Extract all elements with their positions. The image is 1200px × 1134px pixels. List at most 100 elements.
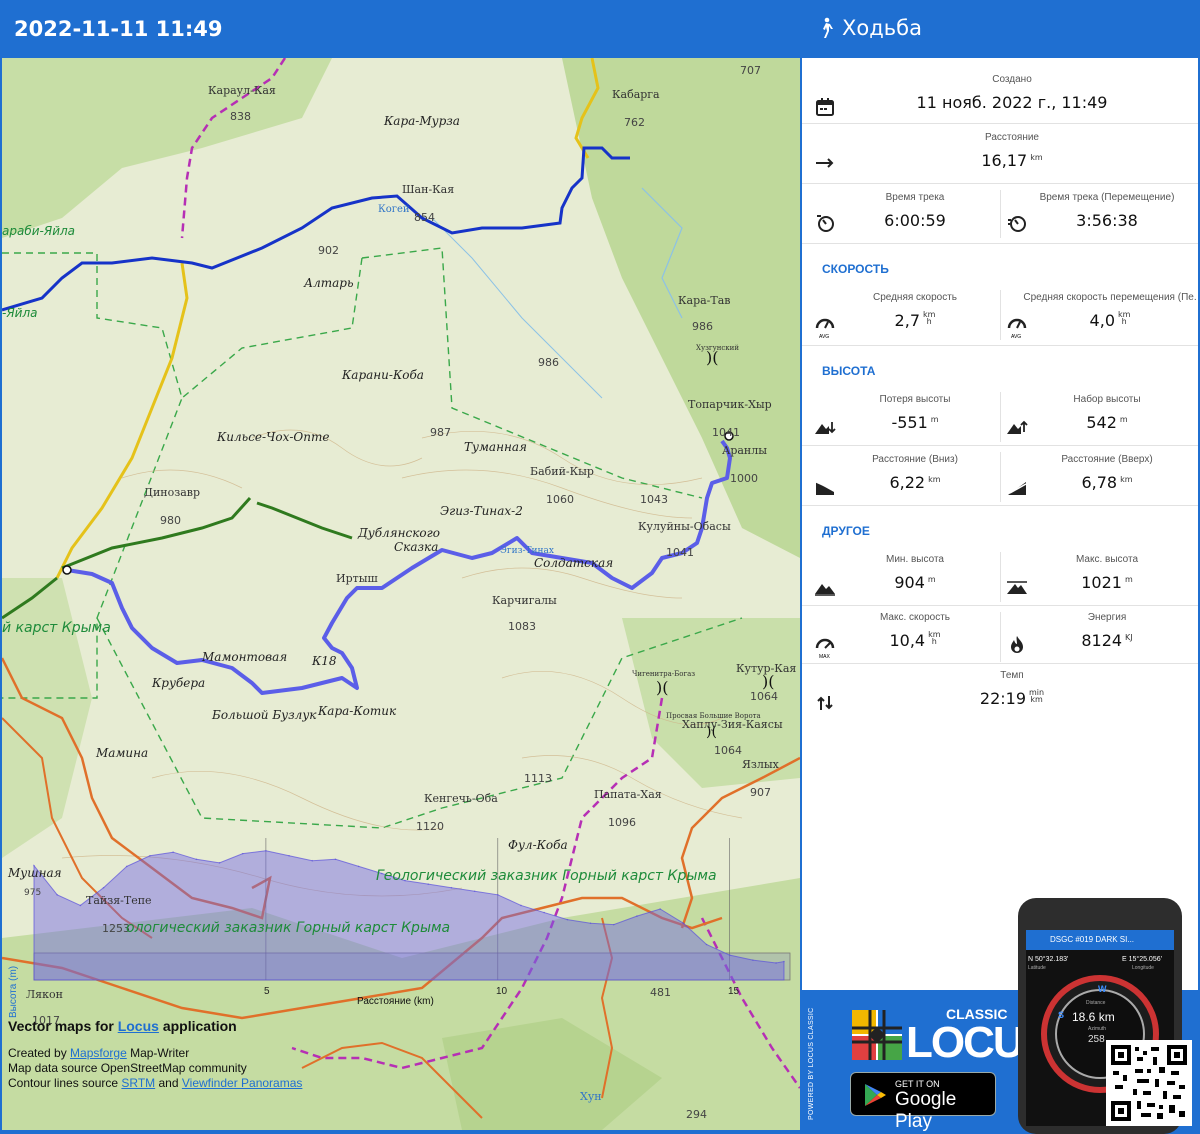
elevation-point: [566, 918, 569, 921]
stat-value: -551 m: [891, 413, 939, 432]
map-label: 1060: [546, 493, 574, 506]
map-label: -Яйла: [2, 306, 38, 320]
activity-type: Ходьба: [818, 16, 922, 40]
map-label: Иртыш: [336, 572, 378, 585]
map-label: Папата-Хая: [594, 788, 662, 801]
phone-lat: N 50°32.183': [1028, 956, 1069, 963]
map-label: 707: [740, 64, 761, 77]
map-label: Мамина: [96, 746, 149, 760]
map-label: 986: [692, 320, 713, 333]
map-label: 1120: [416, 820, 444, 833]
map-label: Кара-Мурза: [384, 114, 460, 128]
stat-value: 4,0 km h: [1089, 310, 1131, 331]
track-start-marker: [62, 565, 72, 575]
elevation-point: [265, 849, 267, 852]
map-label: Кара-Тав: [678, 294, 731, 307]
elevation-point: [543, 911, 545, 914]
map-label: Фул-Коба: [508, 838, 568, 852]
calendar-icon: [816, 98, 834, 116]
viewfinder-link[interactable]: Viewfinder Panoramas: [182, 1076, 303, 1090]
elevation-point: [473, 890, 476, 893]
map-label: Лякон: [26, 988, 63, 1001]
map-label: Бабий-Кыр: [530, 465, 594, 478]
locus-logo-icon: [852, 1010, 902, 1060]
mapsforge-link[interactable]: Mapsforge: [70, 1046, 127, 1060]
map-label: Кенгечь-Оба: [424, 792, 498, 805]
header-bar: 2022-11-11 11:49 Ходьба: [0, 0, 1200, 58]
phone-title: DSGC #019 DARK SI...: [1026, 930, 1174, 950]
elevation-point: [659, 908, 661, 910]
map-view[interactable]: Караул-Кая 838 Кара-Мурза Кабарга 707 76…: [2, 58, 800, 1130]
srtm-link[interactable]: SRTM: [121, 1076, 155, 1090]
map-label: Динозавр: [144, 486, 201, 499]
map-label: Кабарга: [612, 88, 660, 101]
elevation-point: [195, 858, 198, 861]
stat-speed: AVG Средняя скорость 2,7 km h AVG Средняя …: [802, 284, 1198, 346]
map-label: 1064: [714, 744, 742, 757]
stat-label: Мин. высота: [886, 554, 944, 565]
map-label: К18: [312, 654, 337, 668]
stat-label: Расстояние: [984, 132, 1039, 143]
stat-label: Расстояние (Вверх): [1061, 454, 1153, 465]
cave-icon: )(: [706, 724, 717, 740]
map-label: 854: [414, 211, 435, 224]
stat-value: 6,22 km: [889, 473, 941, 492]
phone-azimuth-label: Azimuth: [1088, 1026, 1107, 1032]
map-label: Топарчик-Хыр: [688, 398, 772, 411]
elevation-point: [520, 904, 522, 907]
google-play-button[interactable]: GET IT ON Google Play: [850, 1072, 996, 1132]
elevation-point: [56, 894, 58, 896]
stat-min-max-alt: Мин. высота 904 m Макс. высота 1021 m: [802, 546, 1198, 606]
elevation-point: [357, 865, 360, 868]
map-label: 294: [686, 1108, 707, 1121]
map-label: 838: [230, 110, 251, 123]
map-label: Карчигалы: [492, 594, 557, 607]
activity-label: Ходьба: [842, 16, 922, 40]
map-label: Дублянского: [358, 526, 440, 540]
chart-x-tick: 15: [728, 986, 740, 997]
map-label: 1096: [608, 816, 636, 829]
elevation-point: [218, 862, 221, 864]
stat-value: 11 нояб. 2022 г., 11:49: [916, 93, 1108, 112]
elevation-point: [149, 854, 151, 857]
map-label: Туманная: [464, 440, 527, 454]
elevation-point: [775, 962, 777, 964]
elevation-point: [728, 954, 731, 956]
arrow-right-icon: [816, 158, 834, 168]
map-label: Карани-Коба: [342, 368, 424, 382]
chart-y-axis-label: Высота (m): [8, 965, 19, 1018]
stat-value: 6,78 km: [1081, 473, 1133, 492]
map-label: Мамонтовая: [202, 650, 288, 664]
map-label: 1041: [666, 546, 694, 559]
locus-link[interactable]: Locus: [118, 1018, 159, 1034]
map-label: Эгиз-Тинах-2: [440, 504, 523, 518]
avg-badge: AVG: [819, 334, 830, 340]
map-label: 1083: [508, 620, 536, 633]
stat-created: Создано 11 нояб. 2022 г., 11:49: [802, 66, 1198, 124]
phone-lon: E 15°25.056': [1122, 956, 1162, 963]
elevation-point: [311, 859, 314, 862]
stat-label: Макс. скорость: [879, 612, 950, 623]
map-label: араби-Яйла: [2, 224, 76, 238]
map-label: Язлых: [742, 758, 779, 771]
cave-icon: )(: [656, 678, 669, 697]
map-label: ологический заказник Горный карст Крыма: [126, 920, 451, 936]
elevation-point: [783, 960, 785, 963]
stat-value: 3:56:38: [1076, 211, 1138, 230]
map-label: 481: [650, 986, 671, 999]
credits-title: Vector maps for Locus application: [8, 1018, 237, 1034]
map-label: 1064: [750, 690, 778, 703]
phone-azimuth: 258: [1088, 1034, 1105, 1045]
cave-icon: )(: [706, 348, 719, 367]
stat-value: 6:00:59: [884, 211, 946, 230]
section-speed: СКОРОСТЬ: [822, 262, 889, 276]
map-label: 1043: [640, 493, 668, 506]
qr-code[interactable]: [1106, 1040, 1192, 1126]
elevation-point: [636, 915, 638, 917]
map-label: Геологический заказник Горный карст Крым…: [376, 868, 717, 884]
phone-dir-w: W: [1098, 984, 1107, 994]
map-label: 975: [24, 888, 42, 898]
get-it-on-label: GET IT ON: [895, 1079, 940, 1089]
stat-speed-energy: MAX Макс. скорость 10,4 km h Энергия 8124 K…: [802, 606, 1198, 664]
stat-distance: Расстояние 16,17 km: [802, 124, 1198, 184]
